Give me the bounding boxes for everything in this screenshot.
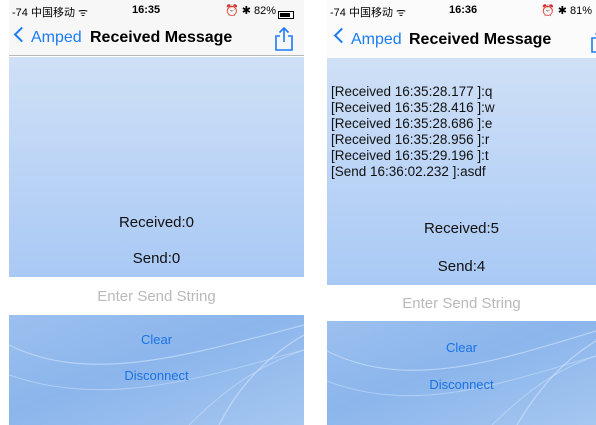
- back-chevron-icon[interactable]: [13, 26, 30, 43]
- message-area: Received:0 Send:0: [9, 57, 304, 277]
- send-count: Send:4: [437, 258, 486, 275]
- phone-screen-left: -74 中国移动 ᯤ 16:35 ⏰ ✱ 82% Amped Received …: [9, 0, 304, 425]
- battery-icon: [278, 11, 295, 19]
- status-indicators-text: ⏰ ✱ 82%: [225, 5, 277, 17]
- status-bar: -74 中国移动 ᯤ 16:36 ⏰ ✱ 81%: [327, 0, 596, 20]
- background-swoosh: [327, 330, 596, 425]
- share-icon[interactable]: [273, 27, 295, 51]
- back-chevron-icon[interactable]: [333, 27, 350, 44]
- disconnect-button[interactable]: Disconnect: [327, 377, 596, 392]
- disconnect-button[interactable]: Disconnect: [9, 368, 304, 383]
- carrier-signal: -74 中国移动 ᯤ: [12, 7, 89, 19]
- send-count: Send:0: [132, 250, 181, 267]
- status-time: 16:35: [132, 4, 161, 16]
- message-area: [Received 16:35:28.177 ]:q [Received 16:…: [327, 58, 596, 285]
- navigation-bar: Amped Received Message: [9, 20, 304, 56]
- back-button[interactable]: Amped: [31, 29, 82, 47]
- page-title: Received Message: [409, 31, 552, 48]
- page-title: Received Message: [90, 29, 233, 46]
- controls-panel: Clear Disconnect: [327, 321, 596, 425]
- status-bar: -74 中国移动 ᯤ 16:35 ⏰ ✱ 82%: [9, 0, 304, 20]
- status-indicators: ⏰ ✱ 82%: [225, 4, 295, 19]
- status-indicators: ⏰ ✱ 81%: [541, 5, 593, 17]
- phone-screen-right: -74 中国移动 ᯤ 16:36 ⏰ ✱ 81% Amped Received …: [327, 0, 596, 425]
- battery-fill: [280, 13, 291, 17]
- status-time: 16:36: [449, 4, 478, 16]
- share-icon[interactable]: [589, 29, 596, 53]
- clear-button[interactable]: Clear: [9, 332, 304, 347]
- send-string-input[interactable]: [9, 277, 304, 315]
- navigation-bar: Amped Received Message: [327, 20, 596, 58]
- send-string-input[interactable]: [327, 285, 596, 321]
- message-log: [Received 16:35:28.177 ]:q [Received 16:…: [331, 84, 495, 179]
- received-count: Received:5: [423, 220, 500, 237]
- back-button[interactable]: Amped: [351, 31, 402, 49]
- carrier-signal: -74 中国移动 ᯤ: [330, 7, 407, 19]
- clear-button[interactable]: Clear: [327, 340, 596, 355]
- controls-panel: Clear Disconnect: [9, 315, 304, 425]
- received-count: Received:0: [118, 214, 195, 231]
